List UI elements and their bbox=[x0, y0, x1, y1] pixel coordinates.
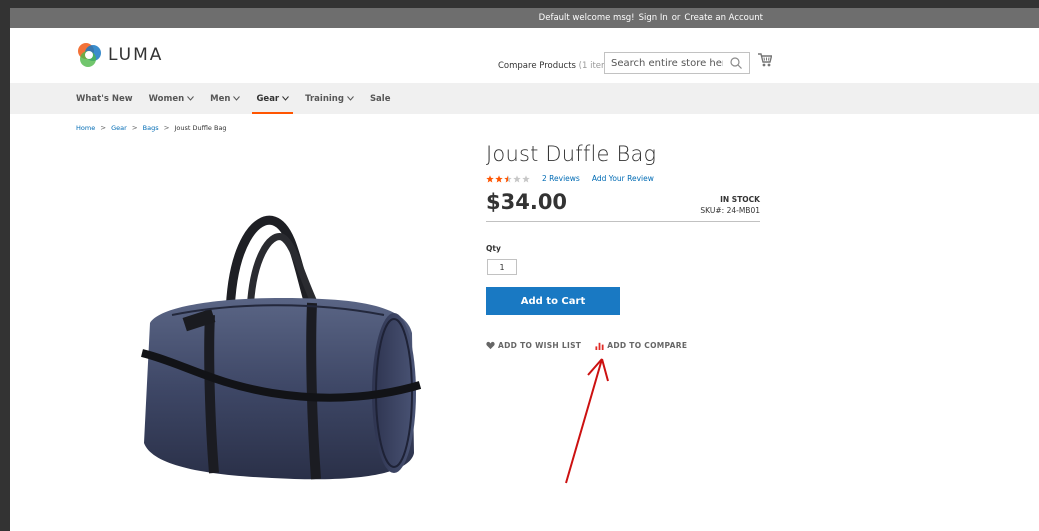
qty-label: Qty bbox=[486, 244, 501, 253]
main-navigation: What's New Women Men Gear Training Sale bbox=[10, 83, 1039, 114]
star-empty-icon bbox=[513, 174, 521, 182]
nav-item-label: Sale bbox=[369, 93, 391, 104]
product-social-actions: ADD TO WISH LIST ADD TO COMPARE bbox=[486, 341, 687, 350]
compare-chart-icon bbox=[595, 342, 604, 350]
add-to-compare-label: ADD TO COMPARE bbox=[607, 341, 688, 350]
annotation-arrow-icon bbox=[565, 358, 609, 484]
compare-products-label: Compare Products bbox=[498, 61, 576, 71]
stock-info: IN STOCK SKU#: 24-MB01 bbox=[700, 195, 760, 215]
star-filled-icon bbox=[486, 174, 494, 182]
breadcrumb-home[interactable]: Home bbox=[76, 124, 95, 132]
sign-in-link[interactable]: Sign In bbox=[639, 13, 668, 23]
star-empty-icon bbox=[522, 174, 530, 182]
chevron-down-icon bbox=[233, 96, 241, 101]
logo[interactable]: LUMA bbox=[76, 42, 163, 68]
product-title: Joust Duffle Bag bbox=[486, 142, 657, 166]
sku-label: SKU#: bbox=[700, 206, 725, 215]
product-price: $34.00 bbox=[486, 190, 568, 214]
nav-item-training[interactable]: Training bbox=[305, 83, 354, 114]
luma-logo-icon bbox=[78, 43, 101, 67]
add-to-compare-link[interactable]: ADD TO COMPARE bbox=[595, 341, 687, 350]
add-review-link[interactable]: Add Your Review bbox=[592, 174, 654, 183]
or-text: or bbox=[671, 13, 681, 23]
nav-item-label: What's New bbox=[76, 93, 133, 104]
star-half-icon bbox=[504, 174, 512, 182]
logo-text: LUMA bbox=[108, 45, 164, 65]
product-rating: 2 Reviews Add Your Review bbox=[486, 174, 654, 183]
sku-value: 24-MB01 bbox=[726, 206, 760, 215]
chevron-down-icon bbox=[187, 96, 195, 101]
cart-icon[interactable] bbox=[758, 52, 772, 68]
chevron-down-icon bbox=[282, 96, 290, 101]
rating-stars bbox=[486, 174, 530, 183]
nav-item-label: Women bbox=[148, 93, 185, 104]
nav-item-women[interactable]: Women bbox=[149, 83, 195, 114]
breadcrumb-separator: > bbox=[163, 124, 170, 132]
search-input[interactable] bbox=[605, 57, 729, 69]
top-panel: Default welcome msg! Sign In or Create a… bbox=[10, 8, 1039, 28]
divider bbox=[486, 221, 760, 222]
breadcrumb-current: Joust Duffle Bag bbox=[174, 124, 227, 132]
add-to-cart-button[interactable]: Add to Cart bbox=[486, 287, 620, 315]
chevron-down-icon bbox=[347, 96, 354, 101]
breadcrumb-gear[interactable]: Gear bbox=[111, 124, 127, 132]
breadcrumb: Home > Gear > Bags > Joust Duffle Bag bbox=[76, 124, 227, 132]
search-icon[interactable] bbox=[729, 56, 743, 70]
nav-item-label: Training bbox=[305, 93, 344, 104]
nav-item-men[interactable]: Men bbox=[210, 83, 241, 114]
stock-status: IN STOCK bbox=[720, 195, 760, 204]
nav-item-gear[interactable]: Gear bbox=[252, 83, 293, 114]
compare-products-link[interactable]: Compare Products (1 item) bbox=[498, 61, 613, 71]
breadcrumb-separator: > bbox=[131, 124, 138, 132]
star-filled-icon bbox=[495, 174, 503, 182]
heart-icon bbox=[486, 341, 495, 350]
nav-item-label: Gear bbox=[256, 93, 280, 104]
welcome-message: Default welcome msg! bbox=[538, 13, 635, 23]
breadcrumb-separator: > bbox=[100, 124, 107, 132]
nav-item-label: Men bbox=[210, 93, 231, 104]
create-account-link[interactable]: Create an Account bbox=[684, 13, 763, 23]
qty-input[interactable] bbox=[487, 259, 517, 275]
add-to-wishlist-label: ADD TO WISH LIST bbox=[498, 341, 582, 350]
search-box bbox=[604, 52, 750, 74]
nav-item-whats-new[interactable]: What's New bbox=[76, 83, 133, 114]
browser-viewport: Default welcome msg! Sign In or Create a… bbox=[10, 8, 1039, 531]
header: LUMA Compare Products (1 item) bbox=[10, 28, 1039, 83]
reviews-link[interactable]: 2 Reviews bbox=[542, 174, 580, 183]
add-to-wishlist-link[interactable]: ADD TO WISH LIST bbox=[486, 341, 581, 350]
nav-item-sale[interactable]: Sale bbox=[370, 83, 391, 114]
sku: SKU#: 24-MB01 bbox=[700, 206, 760, 215]
product-image[interactable] bbox=[122, 203, 422, 488]
breadcrumb-bags[interactable]: Bags bbox=[143, 124, 159, 132]
